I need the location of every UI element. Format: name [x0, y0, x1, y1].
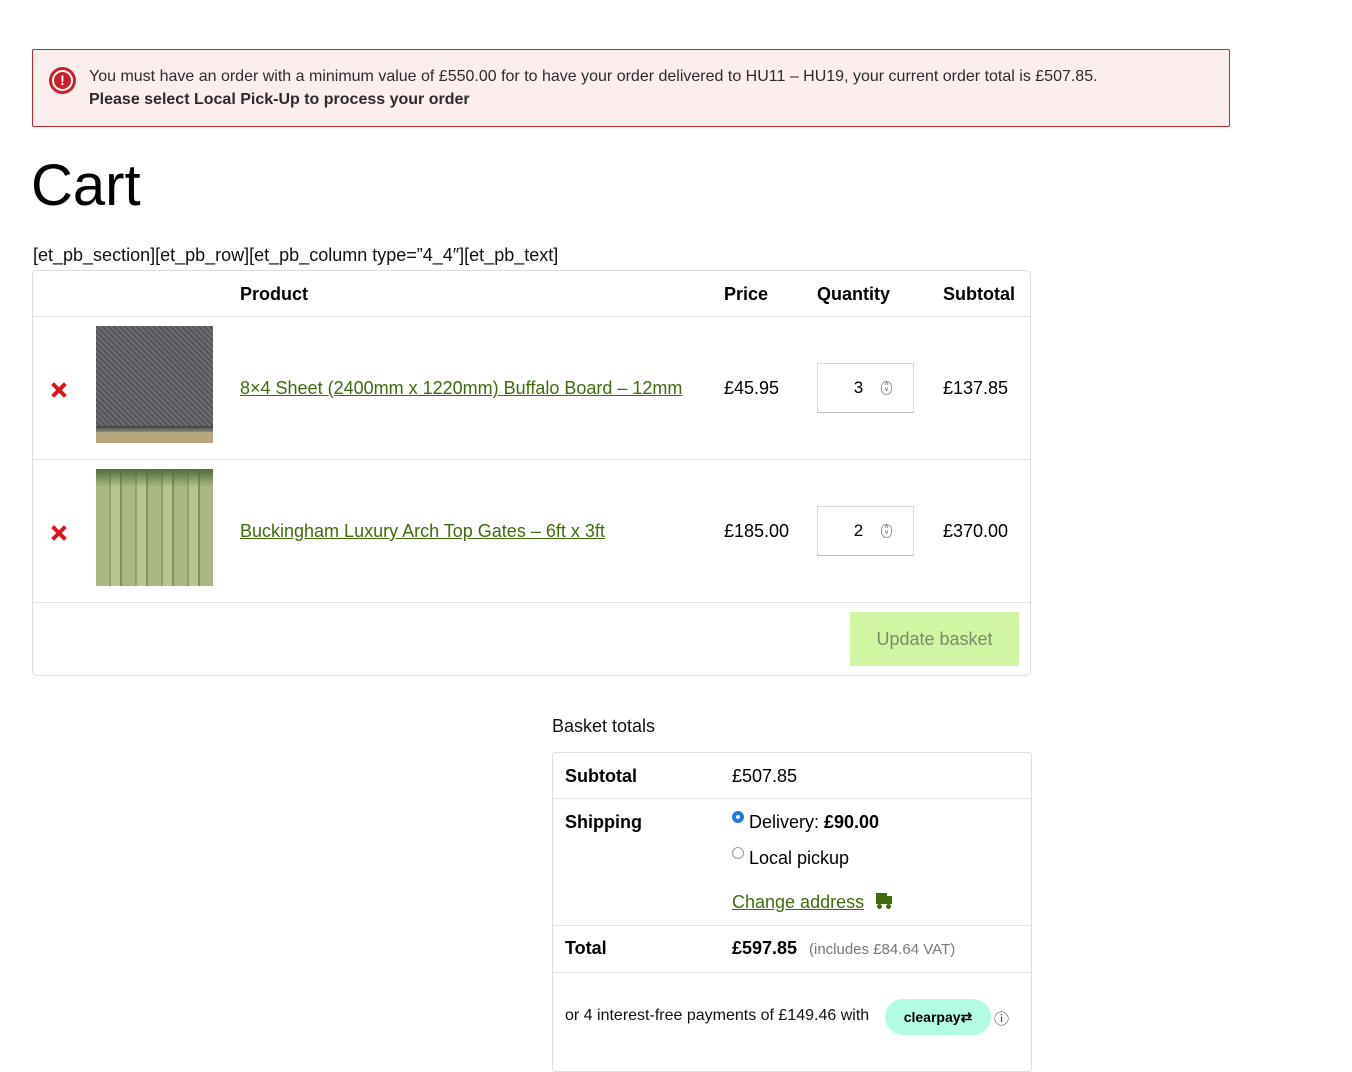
row-divider	[33, 316, 1030, 317]
truck-icon[interactable]	[874, 892, 894, 910]
product-link[interactable]: Buckingham Luxury Arch Top Gates – 6ft x…	[240, 521, 605, 542]
clearpay-message: or 4 interest-free payments of £149.46 w…	[565, 1007, 870, 1024]
quantity-value: 3	[853, 378, 864, 397]
notice-message: You must have an order with a minimum va…	[89, 68, 1098, 85]
product-price: £45.95	[724, 378, 780, 398]
change-address-link[interactable]: Change address	[732, 892, 864, 913]
local-pickup-option[interactable]: Local pickup	[749, 848, 849, 869]
remove-item-icon[interactable]	[50, 380, 68, 400]
quantity-value: 2	[853, 521, 864, 540]
shortcode-text: [et_pb_section][et_pb_row][et_pb_column …	[33, 245, 559, 265]
product-subtotal: £137.85	[943, 378, 1009, 398]
product-thumbnail[interactable]	[96, 469, 213, 586]
remove-item-icon[interactable]	[50, 523, 68, 543]
subtotal-label: Subtotal	[565, 766, 637, 786]
header-quantity: Quantity	[817, 284, 891, 304]
basket-totals-heading: Basket totals	[552, 716, 656, 736]
product-link[interactable]: 8×4 Sheet (2400mm x 1220mm) Buffalo Boar…	[240, 378, 682, 399]
shipping-label: Shipping	[565, 812, 642, 832]
row-divider	[553, 925, 1031, 926]
notice-instruction: Please select Local Pick-Up to process y…	[89, 91, 470, 108]
exclamation-circle-icon: !	[49, 67, 76, 94]
update-basket-button[interactable]: Update basket	[850, 612, 1019, 666]
delivery-radio[interactable]	[732, 811, 744, 823]
quantity-stepper[interactable]: 3 ˄ ˅	[817, 363, 914, 413]
delivery-option-amount: £90.00	[824, 812, 880, 832]
spinner-arrows-icon[interactable]: ˄ ˅	[881, 524, 892, 538]
row-divider	[33, 602, 1030, 603]
page-title: Cart	[31, 153, 141, 218]
clearpay-logo[interactable]: clearpay⇄	[885, 999, 991, 1035]
delivery-option[interactable]: Delivery: £90.00	[749, 812, 879, 833]
spinner-arrows-icon[interactable]: ˄ ˅	[881, 381, 892, 395]
quantity-stepper[interactable]: 2 ˄ ˅	[817, 506, 914, 556]
delivery-option-label: Delivery:	[749, 812, 825, 832]
header-product: Product	[240, 284, 309, 304]
total-value: £597.85	[732, 938, 798, 958]
row-divider	[553, 972, 1031, 973]
subtotal-value: £507.85	[732, 766, 798, 786]
cart-table: Product Price Quantity Subtotal 8×4 Shee…	[32, 270, 1031, 676]
error-notice: ! You must have an order with a minimum …	[32, 49, 1230, 127]
info-icon[interactable]: ⓘ	[994, 1008, 1009, 1029]
header-price: Price	[724, 284, 769, 304]
basket-totals-table: Subtotal £507.85 Shipping Delivery: £90.…	[552, 752, 1032, 1072]
row-divider	[33, 459, 1030, 460]
product-price: £185.00	[724, 521, 790, 541]
header-subtotal: Subtotal	[943, 284, 1015, 304]
local-pickup-radio[interactable]	[732, 847, 744, 859]
product-subtotal: £370.00	[943, 521, 1009, 541]
vat-note: (includes £84.64 VAT)	[809, 941, 956, 958]
total-label: Total	[565, 938, 607, 958]
product-thumbnail[interactable]	[96, 326, 213, 443]
row-divider	[553, 798, 1031, 799]
